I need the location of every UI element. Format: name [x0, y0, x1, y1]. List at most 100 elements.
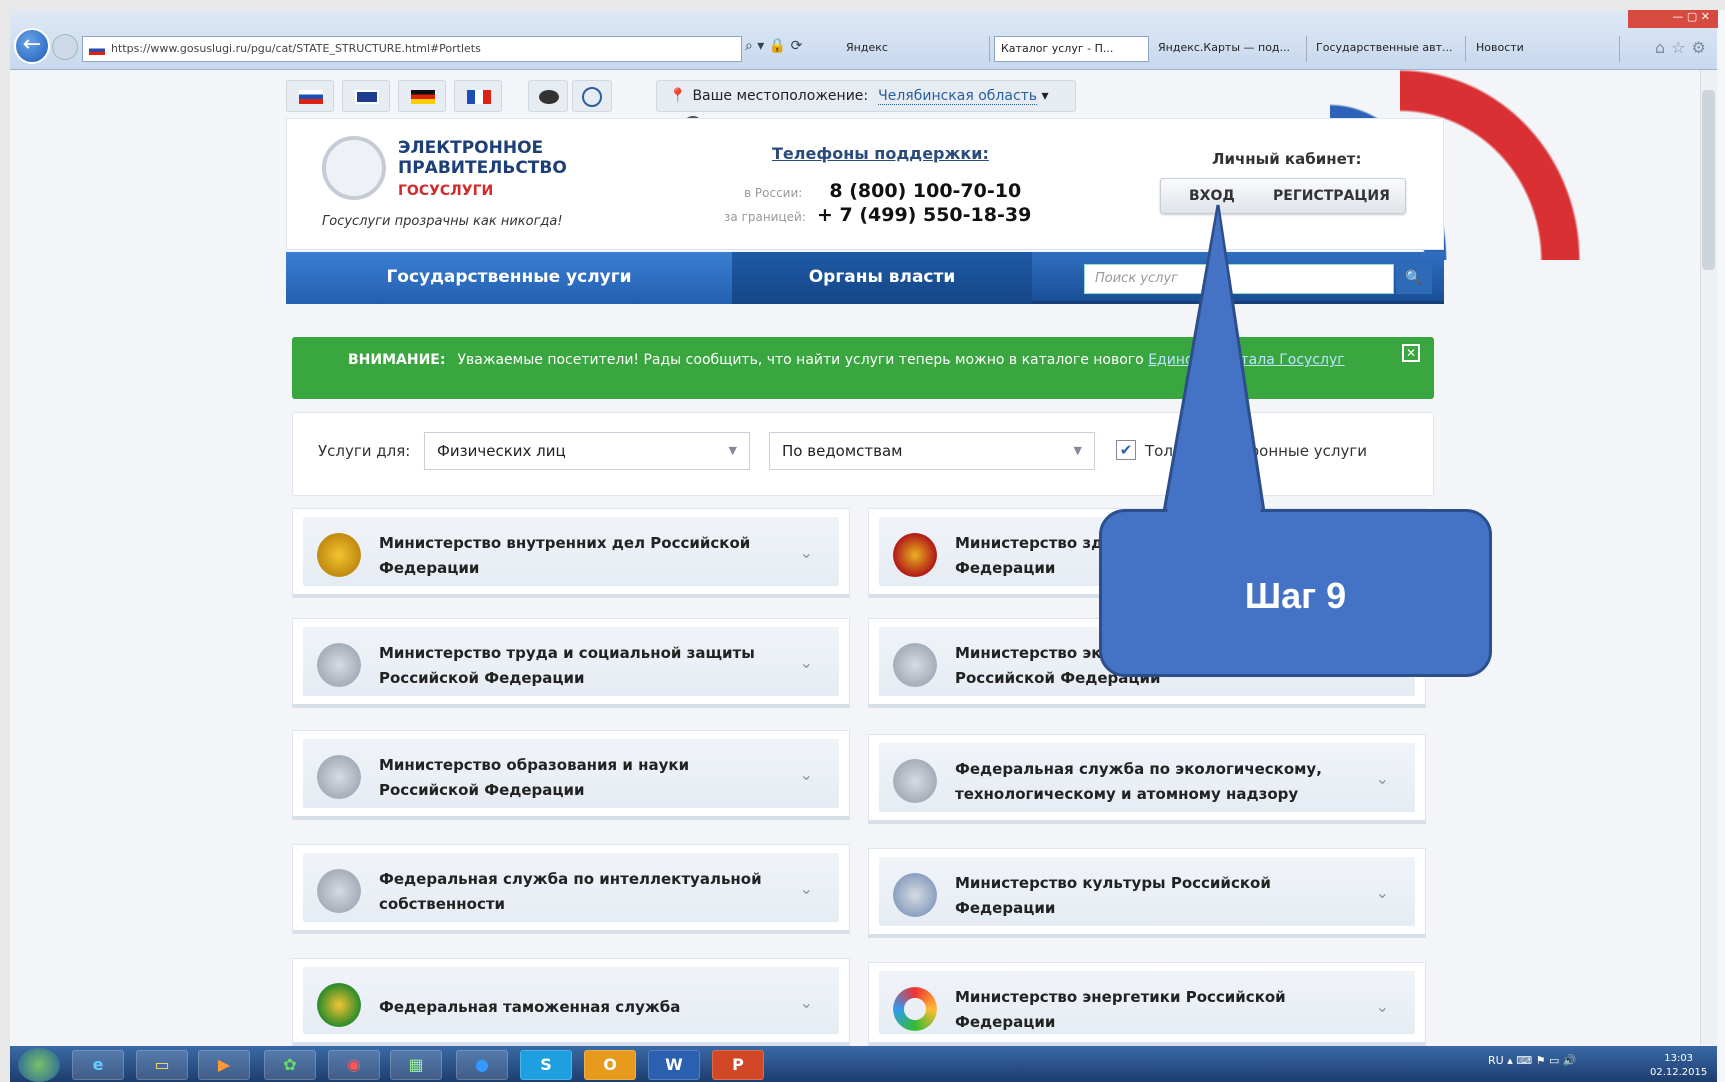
scrollbar-thumb[interactable] — [1702, 90, 1715, 270]
ministry-card[interactable]: Федеральная служба по интеллектуальной с… — [292, 844, 850, 934]
ministry-card[interactable]: Министерство культуры Российской Федерац… — [868, 848, 1426, 938]
skype-icon[interactable]: S — [520, 1050, 572, 1080]
de-flag-icon — [411, 90, 435, 104]
app-icon[interactable]: ✿ — [264, 1050, 316, 1080]
image-app-icon[interactable]: ▦ — [390, 1050, 442, 1080]
powerpoint-icon[interactable]: P — [712, 1050, 764, 1080]
eagle-emblem-icon — [317, 869, 361, 913]
clock[interactable]: 13:03 02.12.2015 — [1650, 1052, 1707, 1080]
ministry-card[interactable]: Министерство энергетики Российской Федер… — [868, 962, 1426, 1046]
word-icon[interactable]: W — [648, 1050, 700, 1080]
location-label: Ваше местоположение: — [692, 88, 869, 104]
language-indicator[interactable]: RU — [1488, 1054, 1504, 1067]
outlook-icon[interactable]: O — [584, 1050, 636, 1080]
chevron-down-icon: ⌄ — [799, 653, 813, 672]
eagle-emblem-icon — [893, 643, 937, 687]
tab-authorities[interactable]: Органы власти — [732, 252, 1032, 304]
ministry-card[interactable]: Федеральная таможенная служба ⌄ — [292, 958, 850, 1046]
logo-subtitle: ГОСУСЛУГИ — [398, 183, 494, 199]
alert-link[interactable]: Единого портала Госуслуг — [1148, 352, 1344, 368]
phone-abroad: за границей: + 7 (499) 550-18-39 — [724, 204, 1031, 226]
ministry-card[interactable]: Федеральная служба по экологическому, те… — [868, 734, 1426, 824]
chrome-icon[interactable]: ◉ — [328, 1050, 380, 1080]
window-controls[interactable]: — ▢ ✕ — [1628, 10, 1718, 28]
health-emblem-icon — [893, 533, 937, 577]
fr-flag-icon — [467, 90, 491, 104]
ru-flag-icon — [89, 45, 105, 55]
logo-title: ЭЛЕКТРОННОЕ ПРАВИТЕЛЬСТВО — [398, 138, 567, 178]
system-tray[interactable]: RU ▴ ⌨ ⚑ ▭ 🔊 — [1488, 1054, 1577, 1067]
tab-gos-auto[interactable]: Государственные авт... — [1310, 36, 1466, 62]
start-button[interactable] — [18, 1048, 60, 1082]
energy-emblem-icon — [893, 987, 937, 1031]
address-url: https://www.gosuslugi.ru/pgu/cat/STATE_S… — [111, 42, 481, 55]
lang-de-button[interactable] — [398, 80, 446, 112]
phone-russia-label: в России: — [744, 186, 803, 200]
eagle-emblem-icon — [893, 759, 937, 803]
support-phones-title[interactable]: Телефоны поддержки: — [772, 144, 989, 163]
culture-emblem-icon — [893, 873, 937, 917]
slide-border-top — [0, 0, 1725, 10]
tab-news[interactable]: Новости — [1470, 36, 1620, 62]
step-callout: Шаг 9 — [1099, 509, 1492, 677]
tab-gov-services[interactable]: Государственные услуги — [286, 252, 732, 304]
chevron-down-icon: ⌄ — [1375, 769, 1389, 788]
home-star-gear-icons[interactable]: ⌂☆⚙ — [1655, 38, 1712, 57]
chevron-down-icon: ⌄ — [799, 765, 813, 784]
alert-title: ВНИМАНИЕ: — [348, 352, 446, 368]
chevron-down-icon: ⌄ — [799, 993, 813, 1012]
phone-russia-number: 8 (800) 100-70-10 — [829, 180, 1022, 202]
media-player-icon[interactable]: ▶ — [198, 1050, 250, 1080]
lang-ru-button[interactable] — [286, 80, 334, 112]
register-button[interactable]: РЕГИСТРАЦИЯ — [1273, 179, 1390, 213]
phone-abroad-label: за границей: — [724, 210, 806, 224]
chevron-down-icon: ⌄ — [799, 879, 813, 898]
clock-date: 02.12.2015 — [1650, 1067, 1708, 1078]
language-bar: 📍 Ваше местоположение: Челябинская область… — [286, 80, 1086, 136]
attention-banner: ВНИМАНИЕ: Уважаемые посетители! Рады сооб… — [292, 337, 1434, 399]
slogan: Госуслуги прозрачны как никогда! — [322, 214, 563, 229]
address-tools[interactable]: ⌕ ▾ 🔒 ⟳ — [745, 38, 802, 54]
audience-select[interactable]: Физических лиц ▼ — [424, 432, 750, 470]
location-selector: 📍 Ваше местоположение: Челябинская область… — [656, 80, 1076, 136]
customs-emblem-icon — [317, 983, 361, 1027]
phone-russia: в России: 8 (800) 100-70-10 — [744, 180, 1021, 202]
accessibility-button[interactable] — [528, 80, 568, 112]
cabinet-buttons: ВХОД РЕГИСТРАЦИЯ — [1160, 178, 1406, 214]
eagle-emblem-icon — [317, 755, 361, 799]
services-for-label: Услуги для: — [318, 442, 411, 460]
login-button[interactable]: ВХОД — [1189, 179, 1235, 213]
forward-arrow-icon[interactable] — [52, 34, 78, 60]
compass-button[interactable] — [572, 80, 612, 112]
chevron-down-icon: ⌄ — [1375, 997, 1389, 1016]
ministry-card[interactable]: Министерство внутренних дел Российской Ф… — [292, 508, 850, 598]
location-region-link[interactable]: Челябинская область — [878, 88, 1038, 105]
ie-icon[interactable]: e — [72, 1050, 124, 1080]
compass-icon — [582, 87, 602, 107]
search-icon[interactable]: 🔍 — [1396, 264, 1432, 294]
gosuslugi-logo[interactable] — [322, 136, 386, 200]
clock-time: 13:03 — [1664, 1053, 1694, 1064]
lang-fr-button[interactable] — [454, 80, 502, 112]
tab-yandex[interactable]: Яндекс — [840, 36, 990, 62]
close-icon[interactable]: ✕ — [1402, 344, 1420, 362]
lang-en-button[interactable] — [342, 80, 390, 112]
ministry-card[interactable]: Министерство образования и науки Российс… — [292, 730, 850, 820]
tab-catalog[interactable]: Каталог услуг - П... — [994, 36, 1149, 62]
slide-border-left — [0, 0, 10, 1082]
ru-flag-icon — [299, 90, 323, 104]
uk-flag-icon — [355, 90, 379, 104]
address-bar[interactable]: https://www.gosuslugi.ru/pgu/cat/STATE_S… — [82, 36, 742, 62]
tab-yandex-maps[interactable]: Яндекс.Карты — под... — [1152, 36, 1307, 62]
globe-icon[interactable]: ● — [456, 1050, 508, 1080]
folder-icon[interactable]: ▭ — [136, 1050, 188, 1080]
search-input[interactable]: Поиск услуг — [1084, 264, 1394, 294]
chevron-down-icon: ⌄ — [799, 543, 813, 562]
back-arrow-icon[interactable]: ← — [14, 28, 50, 64]
ministry-card[interactable]: Министерство труда и социальной защиты Р… — [292, 618, 850, 708]
electronic-only-checkbox[interactable]: ✔ — [1116, 440, 1136, 460]
eye-icon — [539, 90, 559, 104]
alert-text: Уважаемые посетители! Рады сообщить, что… — [457, 352, 1144, 368]
cabinet-title: Личный кабинет: — [1212, 150, 1362, 168]
grouping-select[interactable]: По ведомствам ▼ — [769, 432, 1095, 470]
